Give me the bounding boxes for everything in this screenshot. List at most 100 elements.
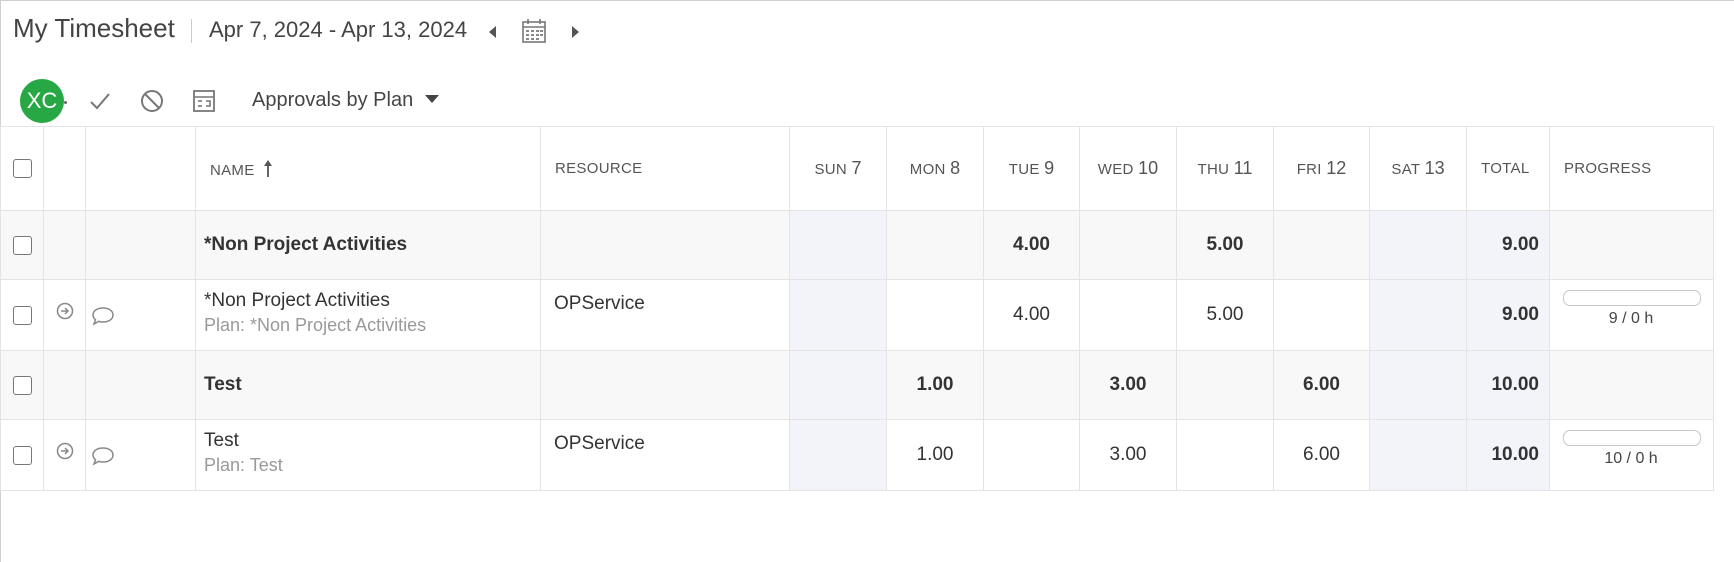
report-icon[interactable] [190, 87, 218, 115]
hours-cell-sat [1369, 350, 1467, 420]
day-column-header-tue: TUE 9 [983, 126, 1080, 211]
progress-header-label: PROGRESS [1564, 160, 1652, 177]
hours-cell-wed[interactable] [1079, 279, 1177, 351]
date-range: Apr 7, 2024 - Apr 13, 2024 [209, 17, 468, 42]
hours-cell-thu[interactable]: 5.00 [1176, 279, 1274, 351]
hours-cell-thu[interactable] [1176, 419, 1274, 491]
toolbar: XC Approvals by Plan [0, 70, 1734, 126]
hours-cell-thu [1176, 350, 1274, 420]
name-cell: *Non Project Activities [195, 210, 541, 280]
day-label: FRI [1296, 161, 1322, 178]
hours-cell-fri[interactable] [1273, 279, 1370, 351]
submit-arrow-icon[interactable] [55, 301, 75, 321]
user-avatar[interactable]: XC [20, 79, 64, 123]
row-select-cell [0, 279, 44, 351]
progress-bar [1563, 290, 1701, 306]
hours-cell-fri [1273, 210, 1370, 280]
hours-cell-mon[interactable]: 1.00 [886, 419, 984, 491]
resource-name: OPService [554, 293, 645, 314]
progress-cell [1549, 210, 1714, 280]
day-number: 13 [1424, 158, 1445, 178]
row-select-cell [0, 210, 44, 280]
day-number: 8 [950, 158, 961, 178]
plan-summary-row[interactable]: *Non Project Activities 4.00 5.00 9.00 [0, 210, 1714, 280]
hours-cell-sun [789, 350, 887, 420]
task-name[interactable]: *Non Project Activities [204, 290, 540, 312]
day-number: 9 [1044, 158, 1055, 178]
resource-cell: OPService [540, 419, 790, 491]
day-number: 7 [851, 158, 862, 178]
hours-cell-mon[interactable] [886, 279, 984, 351]
comment-icon[interactable] [90, 445, 116, 467]
name-header-label: NAME [210, 162, 255, 179]
task-name[interactable]: Test [204, 430, 540, 452]
action-column-header [43, 126, 86, 211]
resource-cell [540, 210, 790, 280]
day-column-header-thu: THU 11 [1176, 126, 1274, 211]
total-cell: 10.00 [1466, 350, 1550, 420]
hours-cell-sun[interactable] [789, 419, 887, 491]
hours-cell-wed[interactable]: 3.00 [1079, 419, 1177, 491]
progress-bar [1563, 430, 1701, 446]
name-column-header[interactable]: NAME [195, 126, 541, 211]
comment-icon[interactable] [90, 305, 116, 327]
row-checkbox[interactable] [12, 445, 32, 465]
day-label: SUN [814, 161, 848, 178]
hours-cell-tue[interactable] [983, 419, 1080, 491]
timesheet-grid: NAME RESOURCE SUN 7 MON 8 TUE 9 WED 10 T… [0, 126, 1734, 491]
sort-ascending-icon [263, 160, 272, 177]
timesheet-header: My Timesheet Apr 7, 2024 - Apr 13, 2024 [0, 0, 1734, 62]
action-cell [43, 279, 86, 351]
row-checkbox[interactable] [12, 235, 32, 255]
empty-cell [85, 350, 196, 420]
hours-cell-sat[interactable] [1369, 279, 1467, 351]
day-column-header-sun: SUN 7 [789, 126, 887, 211]
hours-cell-wed: 3.00 [1079, 350, 1177, 420]
plan-summary-row[interactable]: Test 1.00 3.00 6.00 10.00 [0, 350, 1714, 420]
hours-cell-tue[interactable]: 4.00 [983, 279, 1080, 351]
page-title: My Timesheet [13, 13, 175, 43]
comment-cell [85, 419, 196, 491]
empty-cell [43, 350, 86, 420]
day-number: 12 [1326, 158, 1347, 178]
hours-cell-mon [886, 210, 984, 280]
resource-column-header[interactable]: RESOURCE [540, 126, 790, 211]
progress-column-header: PROGRESS [1549, 126, 1714, 211]
empty-cell [85, 210, 196, 280]
submit-arrow-icon[interactable] [55, 441, 75, 461]
previous-week-icon[interactable] [485, 22, 501, 42]
day-number: 11 [1233, 158, 1253, 178]
name-cell: *Non Project Activities Plan: *Non Projec… [195, 279, 541, 351]
hours-cell-fri[interactable]: 6.00 [1273, 419, 1370, 491]
hours-cell-fri: 6.00 [1273, 350, 1370, 420]
day-label: TUE [1008, 161, 1040, 178]
progress-cell: 9 / 0 h [1549, 279, 1714, 351]
calendar-icon[interactable] [521, 18, 547, 44]
resource-cell [540, 350, 790, 420]
task-row[interactable]: Test Plan: Test OPService 1.00 3.00 6.00 … [0, 419, 1714, 491]
next-week-icon[interactable] [567, 22, 583, 42]
total-cell: 9.00 [1466, 279, 1550, 351]
hours-cell-sun[interactable] [789, 279, 887, 351]
hours-cell-tue [983, 350, 1080, 420]
approvals-by-plan-dropdown[interactable]: Approvals by Plan [252, 89, 440, 112]
hours-cell-sat[interactable] [1369, 419, 1467, 491]
hours-cell-mon: 1.00 [886, 350, 984, 420]
progress-cell: 10 / 0 h [1549, 419, 1714, 491]
block-icon[interactable] [138, 87, 166, 115]
task-plan: Plan: Test [204, 455, 283, 475]
task-row[interactable]: *Non Project Activities Plan: *Non Projec… [0, 279, 1714, 351]
day-column-header-sat: SAT 13 [1369, 126, 1467, 211]
total-cell: 9.00 [1466, 210, 1550, 280]
action-cell [43, 419, 86, 491]
select-all-checkbox[interactable] [12, 159, 32, 178]
comment-column-header [85, 126, 196, 211]
check-icon[interactable] [86, 87, 114, 115]
table-header-row: NAME RESOURCE SUN 7 MON 8 TUE 9 WED 10 T… [0, 126, 1714, 211]
total-column-header: TOTAL [1466, 126, 1550, 211]
row-checkbox[interactable] [12, 375, 32, 395]
hours-cell-tue: 4.00 [983, 210, 1080, 280]
caret-down-icon [425, 95, 440, 103]
row-checkbox[interactable] [12, 305, 32, 325]
hours-cell-sat [1369, 210, 1467, 280]
